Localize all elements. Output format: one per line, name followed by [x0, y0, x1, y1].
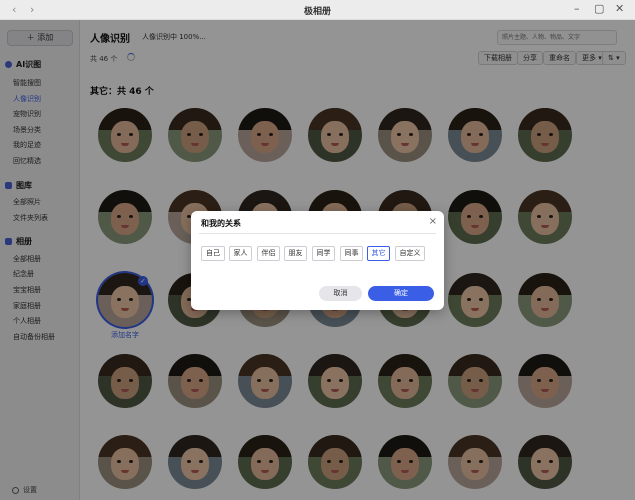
relation-option-partner[interactable]: 伴侣 [257, 246, 280, 261]
close-window-button[interactable]: ✕ [615, 2, 624, 15]
relation-option-colleague[interactable]: 同事 [340, 246, 363, 261]
close-icon[interactable]: × [429, 216, 437, 227]
dialog-divider [199, 233, 436, 234]
minimize-button[interactable]: – [574, 2, 580, 15]
relation-option-family[interactable]: 家人 [229, 246, 252, 261]
relation-option-friend[interactable]: 朋友 [284, 246, 307, 261]
relation-option-self[interactable]: 自己 [201, 246, 225, 261]
relation-option-classmate[interactable]: 同学 [312, 246, 335, 261]
title-bar: ‹ › 极相册 – ▢ ✕ [0, 0, 635, 20]
maximize-button[interactable]: ▢ [594, 2, 604, 15]
cancel-button[interactable]: 取消 [319, 286, 362, 301]
relation-option-other[interactable]: 其它 [367, 246, 390, 261]
dialog-title: 和我的关系 [201, 219, 241, 228]
app-title: 极相册 [303, 7, 331, 17]
confirm-button[interactable]: 确定 [368, 286, 434, 301]
relation-option-custom[interactable]: 自定义 [395, 246, 425, 261]
relationship-dialog: 和我的关系 × 自己 家人 伴侣 朋友 同学 同事 其它 自定义 取消 确定 [191, 211, 444, 310]
